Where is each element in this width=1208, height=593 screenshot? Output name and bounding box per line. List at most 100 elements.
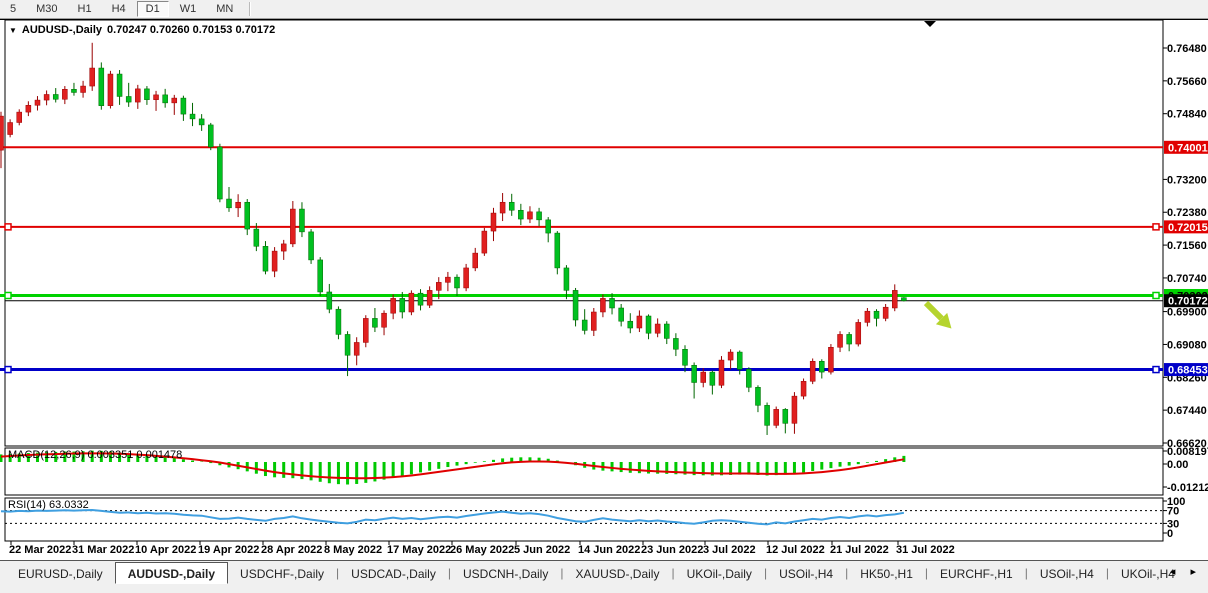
candle-body (810, 361, 815, 381)
candle-body (655, 324, 660, 333)
chart-dropdown-icon[interactable]: ▼ (9, 26, 17, 35)
rsi-line (1, 510, 904, 524)
date-axis-label: 17 May 2022 (387, 544, 451, 556)
tab-usdcnh-daily[interactable]: USDCNH-,Daily (451, 562, 560, 584)
tab-eurusd-daily[interactable]: EURUSD-,Daily (6, 562, 115, 584)
tab-audusd-daily[interactable]: AUDUSD-,Daily (115, 562, 228, 584)
main-plot-frame (5, 20, 1163, 446)
symbol-tabbar: EURUSD-,DailyAUDUSD-,DailyUSDCHF-,Daily|… (0, 560, 1208, 593)
candle-body (610, 298, 615, 308)
candle-body (546, 220, 551, 233)
date-axis-label: 31 Jul 2022 (896, 544, 955, 556)
candle-body (573, 290, 578, 320)
candle-body (35, 100, 40, 105)
scroll-shift-marker-icon[interactable] (924, 21, 936, 27)
candle-body (637, 316, 642, 328)
candle-body (245, 202, 250, 229)
candle-body (318, 260, 323, 292)
tab-usdchf-daily[interactable]: USDCHF-,Daily (228, 562, 336, 584)
timeframe-button-w1[interactable]: W1 (171, 1, 206, 17)
line-handle[interactable] (5, 224, 11, 230)
candle-body (491, 213, 496, 231)
candle-body (53, 94, 58, 99)
candle-body (227, 199, 232, 208)
date-axis-label: 26 May 2022 (450, 544, 514, 556)
rsi-axis-label: 0 (1167, 528, 1173, 540)
candle-body (8, 123, 13, 135)
candle-body (792, 396, 797, 423)
candle-body (309, 232, 314, 260)
line-handle[interactable] (1153, 292, 1159, 298)
candle-body (0, 116, 4, 150)
timeframe-toolbar: 5M30H1H4D1W1MN (0, 0, 1208, 19)
candle-body (646, 316, 651, 333)
candle-body (856, 322, 861, 344)
rsi-axis-label: 70 (1167, 506, 1179, 518)
tab-usoil-h4[interactable]: USOil-,H4 (1028, 562, 1106, 584)
line-handle[interactable] (5, 292, 11, 298)
rsi-plot-frame (5, 498, 1163, 541)
candle-body (746, 369, 751, 387)
date-axis-label: 8 May 2022 (324, 544, 382, 556)
price-axis-label: 0.74840 (1167, 109, 1207, 121)
line-handle[interactable] (1153, 224, 1159, 230)
candle-body (154, 95, 159, 100)
timeframe-button-mn[interactable]: MN (207, 1, 242, 17)
line-handle[interactable] (1153, 367, 1159, 373)
candle-body (774, 409, 779, 425)
candle-body (44, 94, 49, 100)
tab-scroll-right-icon[interactable]: ▸ (1190, 566, 1202, 578)
price-axis-label: 0.69080 (1167, 339, 1207, 351)
candle-body (354, 342, 359, 355)
rsi-label: RSI(14) 63.0332 (8, 499, 89, 511)
candle-body (692, 365, 697, 382)
tab-usdcad-daily[interactable]: USDCAD-,Daily (339, 562, 448, 584)
timeframe-button-h1[interactable]: H1 (69, 1, 101, 17)
price-axis-label: 0.73200 (1167, 174, 1207, 186)
tab-eurchf-h1[interactable]: EURCHF-,H1 (928, 562, 1025, 584)
candle-body (473, 253, 478, 268)
candle-body (436, 282, 441, 290)
candle-body (509, 202, 514, 210)
price-axis-label: 0.76480 (1167, 43, 1207, 55)
chart-ohlc-values: 0.70247 0.70260 0.70153 0.70172 (107, 24, 275, 36)
tab-ukoil-daily[interactable]: UKOil-,Daily (675, 562, 764, 584)
candle-body (26, 105, 31, 112)
candle-body (892, 290, 897, 308)
candle-body (755, 387, 760, 405)
macd-axis-label: 0.00 (1167, 459, 1188, 471)
candle-body (208, 125, 213, 147)
line-handle[interactable] (5, 367, 11, 373)
sell-arrow-annotation[interactable] (920, 297, 957, 334)
price-badge-label: 0.70172 (1168, 296, 1208, 308)
candle-body (555, 233, 560, 268)
candle-body (828, 347, 833, 372)
tab-usoil-h4[interactable]: USOil-,H4 (767, 562, 845, 584)
tab-scroll-left-icon[interactable]: ◂ (1170, 566, 1182, 578)
tab-hk50-h1[interactable]: HK50-,H1 (848, 562, 925, 584)
candle-body (582, 320, 587, 330)
candle-body (728, 352, 733, 360)
timeframe-button-h4[interactable]: H4 (103, 1, 135, 17)
candle-body (382, 313, 387, 327)
price-axis-label: 0.71560 (1167, 240, 1207, 252)
candle-body (701, 372, 706, 382)
symbol-tabs: EURUSD-,DailyAUDUSD-,DailyUSDCHF-,Daily|… (6, 562, 1187, 584)
price-badge-label: 0.74001 (1168, 142, 1208, 154)
candle-body (418, 293, 423, 305)
date-axis-label: 12 Jul 2022 (766, 544, 825, 556)
timeframe-button-5[interactable]: 5 (1, 1, 25, 17)
candle-body (336, 309, 341, 334)
chart-area[interactable]: 0.764800.756600.748400.732000.723800.715… (0, 19, 1208, 559)
candle-body (445, 277, 450, 282)
price-axis-label: 0.67440 (1167, 405, 1207, 417)
timeframe-button-d1[interactable]: D1 (137, 1, 169, 17)
timeframe-button-m30[interactable]: M30 (27, 1, 66, 17)
tab-xauusd-daily[interactable]: XAUUSD-,Daily (563, 562, 671, 584)
candle-body (427, 290, 432, 305)
price-axis-label: 0.69900 (1167, 307, 1207, 319)
price-axis-label: 0.72380 (1167, 207, 1207, 219)
trading-terminal: 5M30H1H4D1W1MN 0.764800.756600.748400.73… (0, 0, 1208, 593)
date-axis-label: 5 Jun 2022 (514, 544, 570, 556)
date-axis-label: 22 Mar 2022 (9, 544, 71, 556)
